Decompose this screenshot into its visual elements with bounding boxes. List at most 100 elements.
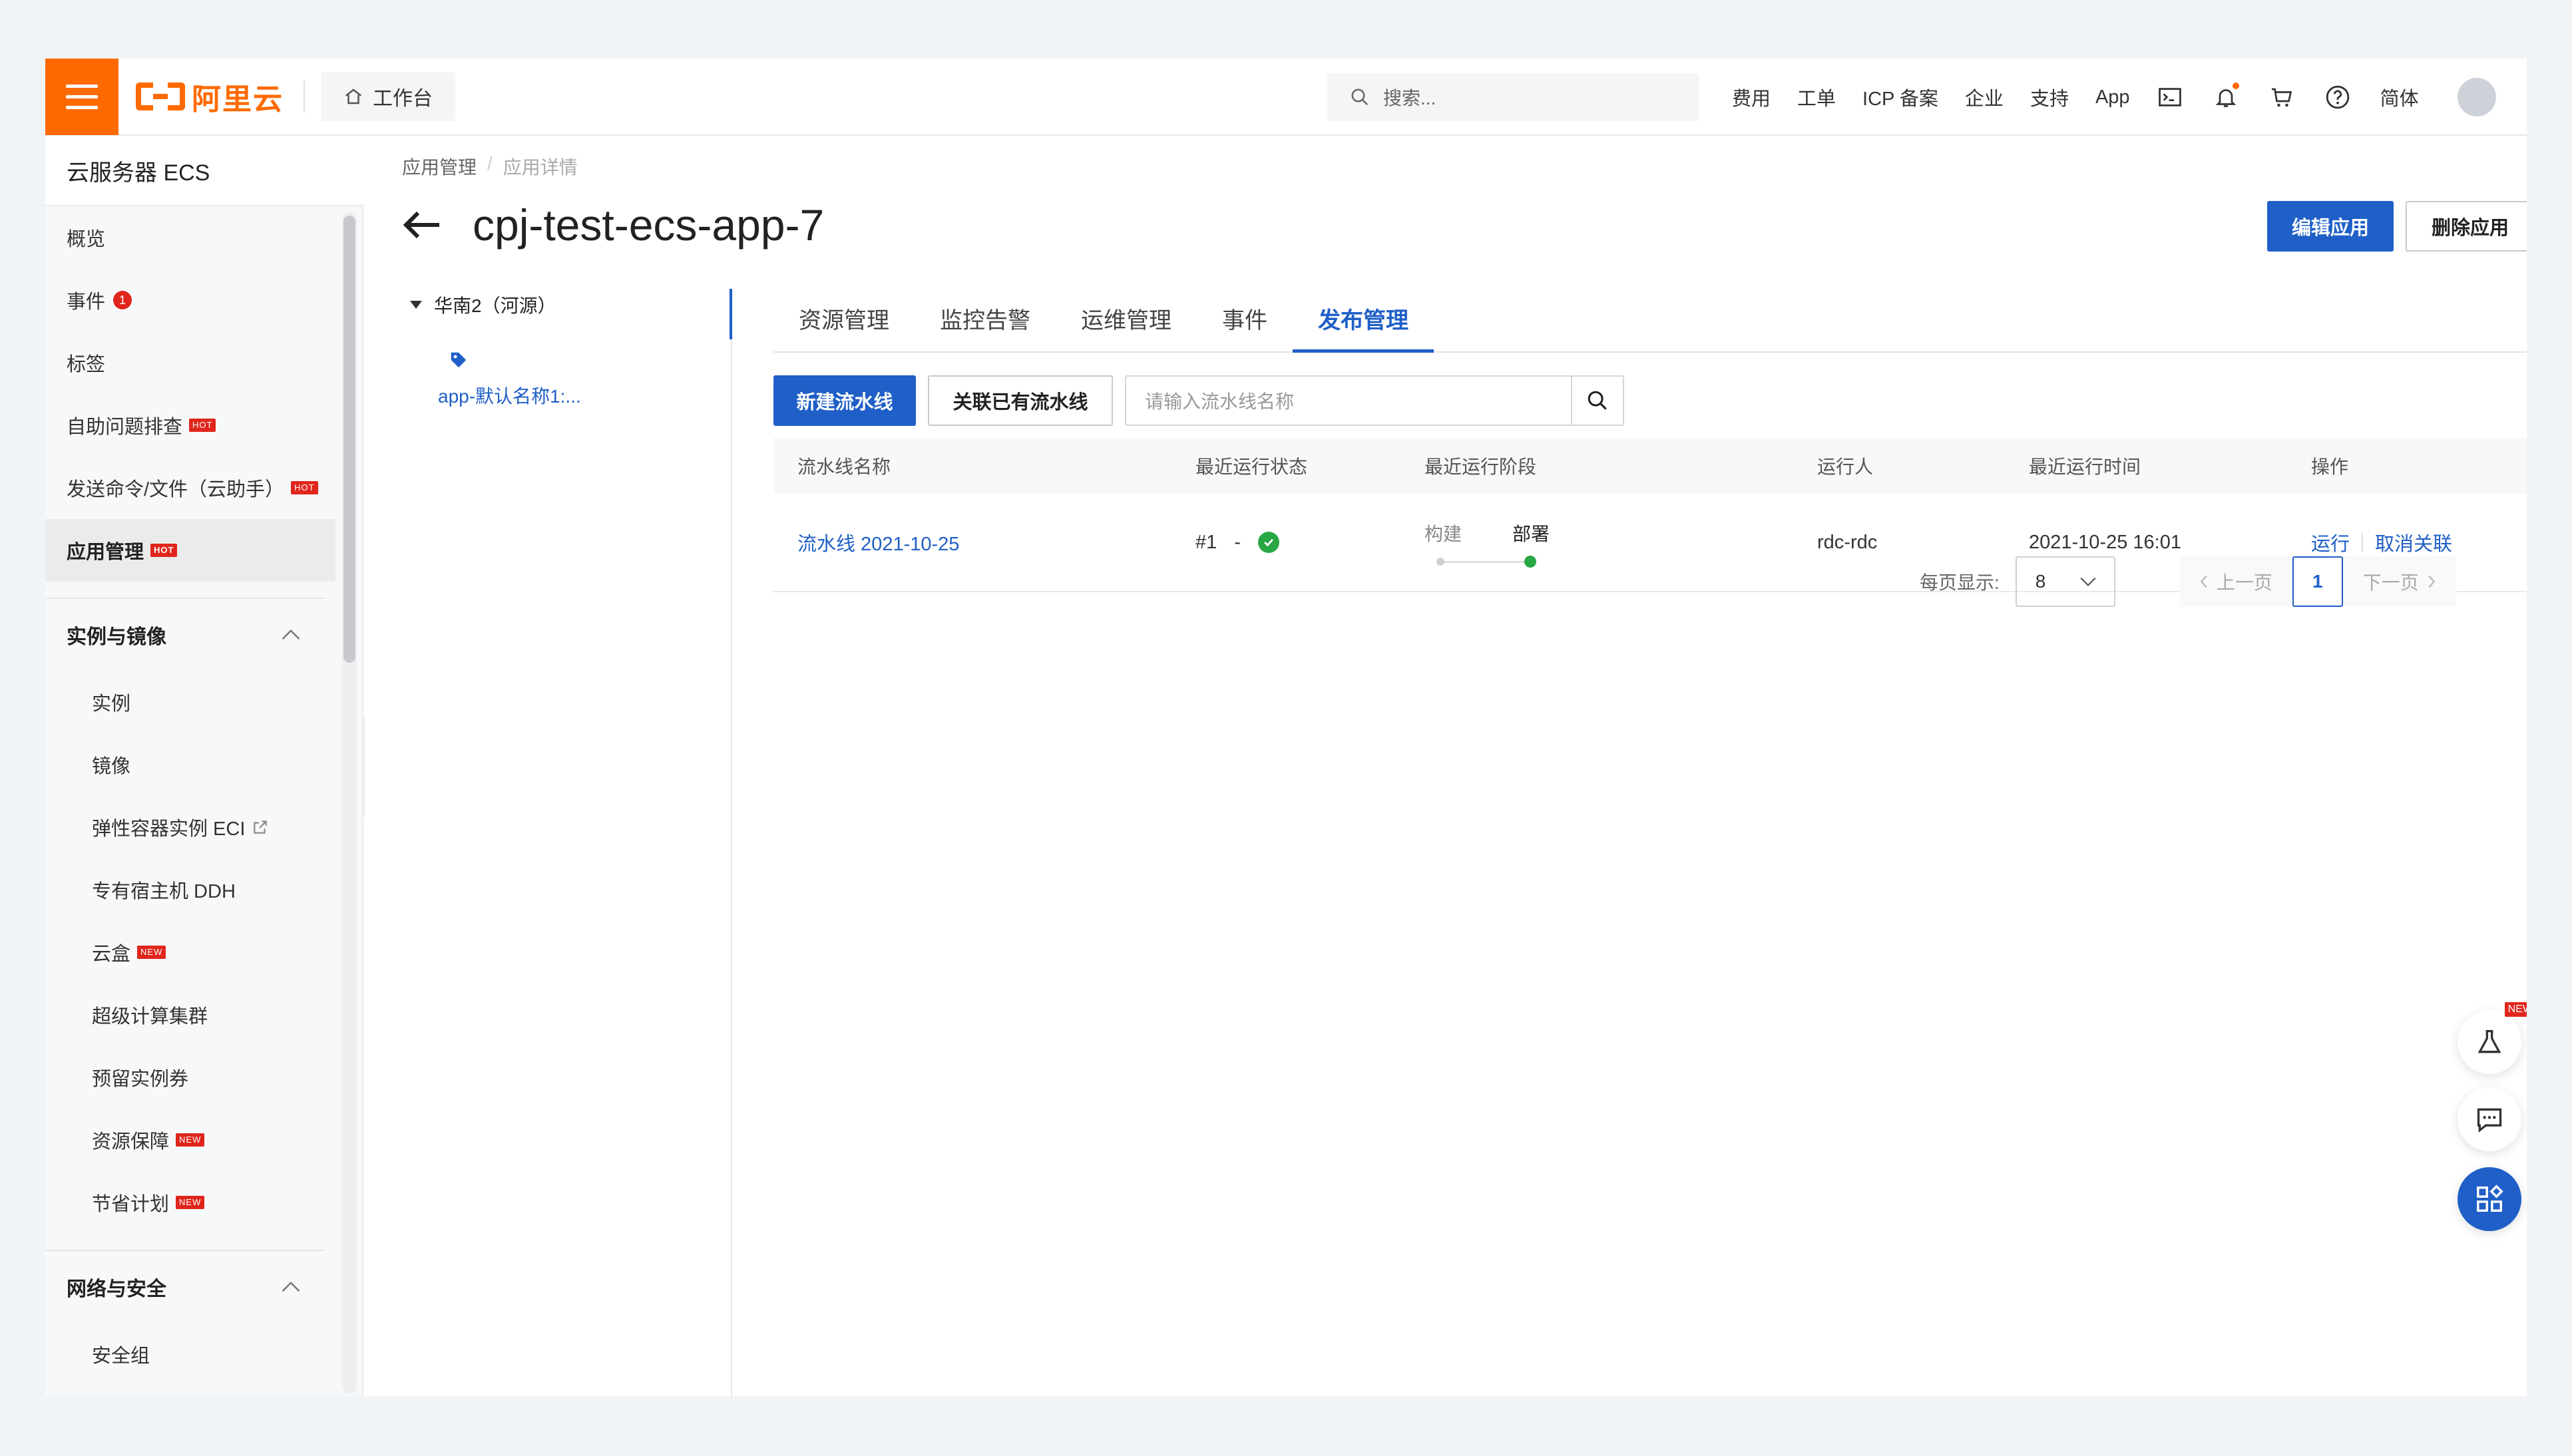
help-icon[interactable] (2324, 84, 2351, 110)
top-links: 费用 工单 ICP 备案 企业 支持 App 简体 (1732, 59, 2496, 136)
sidebar-item-savings-plan[interactable]: 节省计划 NEW (45, 1171, 335, 1234)
page-1-button[interactable]: 1 (2292, 556, 2343, 607)
sidebar-item-label: 预留实例券 (92, 1069, 189, 1090)
aliyun-logo[interactable]: 阿里云 (136, 59, 284, 135)
sidebar-item-eci[interactable]: 弹性容器实例 ECI (45, 796, 335, 858)
pipeline-search-button[interactable] (1571, 375, 1624, 426)
link-app[interactable]: App (2095, 87, 2130, 108)
tag-icon (449, 350, 469, 373)
pagination: 每页显示: 8 上一页 1 下一页 (1920, 556, 2456, 607)
sidebar-group-network-security[interactable]: 网络与安全 (45, 1250, 325, 1323)
menu-icon[interactable] (45, 59, 118, 135)
link-fee[interactable]: 费用 (1732, 83, 1771, 111)
bell-icon[interactable] (2213, 83, 2239, 110)
sidebar-item-cloud-assistant[interactable]: 发送命令/文件（云助手） HOT (45, 456, 335, 519)
feedback-button[interactable] (2458, 1087, 2521, 1151)
tab-resource-management[interactable]: 资源管理 (773, 285, 915, 351)
search-icon (1351, 89, 1369, 106)
prev-label: 上一页 (2216, 572, 2272, 593)
tab-release-management[interactable]: 发布管理 (1293, 285, 1434, 353)
new-pipeline-button[interactable]: 新建流水线 (773, 375, 916, 426)
sidebar-item-app-management[interactable]: 应用管理 HOT (45, 519, 335, 582)
sidebar-item-label: 云盒 (92, 944, 131, 965)
stage-deploy-dot (1524, 556, 1536, 568)
sidebar-item-instances[interactable]: 实例 (45, 671, 335, 733)
stage-build-label: 构建 (1424, 524, 1462, 544)
hot-tag: HOT (150, 544, 178, 557)
run-number[interactable]: #1 (1195, 532, 1217, 554)
sidebar-item-resource-assurance[interactable]: 资源保障 NEW (45, 1109, 335, 1171)
edit-app-button[interactable]: 编辑应用 (2267, 201, 2394, 252)
console-frame: 阿里云 工作台 搜索... 费用 工单 ICP 备案 企业 支持 App 简体 (45, 59, 2527, 1396)
pipeline-name-link[interactable]: 流水线 2021-10-25 (797, 534, 959, 555)
sidebar-item-label: 发送命令/文件（云助手） (67, 479, 285, 500)
link-support[interactable]: 支持 (2030, 83, 2069, 111)
sidebar-item-cloud-box[interactable]: 云盒 NEW (45, 921, 335, 984)
lab-button[interactable]: NEW (2458, 1002, 2527, 1074)
table-header: 流水线名称 最近运行状态 最近运行阶段 运行人 最近运行时间 操作 (773, 438, 2527, 494)
sidebar-item-images[interactable]: 镜像 (45, 733, 335, 796)
stage-build-dot (1436, 558, 1444, 566)
per-page-select[interactable]: 8 (2015, 556, 2115, 607)
global-search-input[interactable]: 搜索... (1327, 73, 1699, 121)
link-ticket[interactable]: 工单 (1797, 83, 1836, 111)
run-status: #1 - (1195, 532, 1424, 554)
apps-button[interactable] (2458, 1167, 2521, 1231)
col-header-time: 最近运行时间 (2029, 456, 2141, 477)
run-button[interactable]: 运行 (2311, 528, 2350, 556)
unlink-button[interactable]: 取消关联 (2375, 528, 2452, 556)
run-time-cell: 2021-10-25 16:01 (2029, 531, 2181, 553)
search-icon (1588, 391, 1607, 410)
sidebar-item-ddh[interactable]: 专有宿主机 DDH (45, 858, 335, 921)
sidebar-item-events[interactable]: 事件 1 (45, 269, 335, 331)
language-switch[interactable]: 简体 (2380, 83, 2419, 111)
col-header-name: 流水线名称 (797, 456, 891, 477)
sidebar-item-hpc-cluster[interactable]: 超级计算集群 (45, 984, 335, 1046)
link-icp[interactable]: ICP 备案 (1862, 83, 1938, 111)
link-enterprise[interactable]: 企业 (1965, 83, 2004, 111)
new-tag: NEW (2504, 1002, 2527, 1017)
divider (304, 81, 305, 112)
delete-app-button[interactable]: 删除应用 (2406, 201, 2527, 252)
back-arrow-icon[interactable] (402, 208, 442, 242)
new-tag: NEW (176, 1133, 205, 1147)
cart-icon[interactable] (2268, 84, 2295, 110)
resource-tree: 华南2（河源） (410, 286, 730, 323)
chevron-right-icon (2428, 575, 2436, 588)
sidebar-item-reserved-instances[interactable]: 预留实例券 (45, 1046, 335, 1109)
sidebar-item-security-group[interactable]: 安全组 (45, 1323, 335, 1385)
sidebar-scrollbar[interactable] (342, 212, 357, 1393)
page-header: cpj-test-ecs-app-7 (402, 200, 824, 250)
breadcrumb-app-management[interactable]: 应用管理 (402, 153, 477, 180)
tab-events[interactable]: 事件 (1197, 285, 1293, 351)
search-placeholder: 搜索... (1383, 88, 1436, 108)
tree-node-app[interactable]: app-默认名称1:... (438, 382, 581, 409)
workbench-button[interactable]: 工作台 (321, 72, 455, 121)
tab-ops-management[interactable]: 运维管理 (1056, 285, 1197, 351)
sidebar-item-troubleshoot[interactable]: 自助问题排查 HOT (45, 394, 335, 456)
avatar[interactable] (2457, 78, 2496, 116)
flask-icon (2477, 1029, 2501, 1053)
next-page-button[interactable]: 下一页 (2343, 556, 2456, 607)
sidebar-item-label: 实例 (92, 693, 131, 715)
prev-page-button[interactable]: 上一页 (2179, 556, 2292, 607)
link-pipeline-button[interactable]: 关联已有流水线 (928, 375, 1113, 426)
logo-text: 阿里云 (192, 83, 284, 116)
new-tag: NEW (176, 1196, 205, 1209)
sidebar-item-tags[interactable]: 标签 (45, 331, 335, 394)
sidebar-item-overview[interactable]: 概览 (45, 206, 335, 269)
scrollbar-thumb[interactable] (343, 216, 355, 663)
main-content: 应用管理 / 应用详情 cpj-test-ecs-app-7 编辑应用 删除应用… (365, 136, 2527, 1396)
sidebar-group-title: 网络与安全 (67, 1278, 166, 1300)
breadcrumb-separator: / (487, 153, 493, 174)
tree-node-region[interactable]: 华南2（河源） (410, 286, 730, 323)
grid-apps-icon (2477, 1184, 2503, 1212)
sidebar-group-instances-images[interactable]: 实例与镜像 (45, 598, 325, 671)
sidebar-item-label: 应用管理 (67, 542, 144, 563)
next-label: 下一页 (2362, 572, 2419, 593)
count-badge: 1 (113, 291, 132, 309)
pipeline-search-input[interactable]: 请输入流水线名称 (1125, 375, 1572, 426)
col-header-status: 最近运行状态 (1195, 456, 1308, 477)
terminal-icon[interactable] (2157, 84, 2183, 110)
tab-monitoring-alerts[interactable]: 监控告警 (915, 285, 1056, 351)
